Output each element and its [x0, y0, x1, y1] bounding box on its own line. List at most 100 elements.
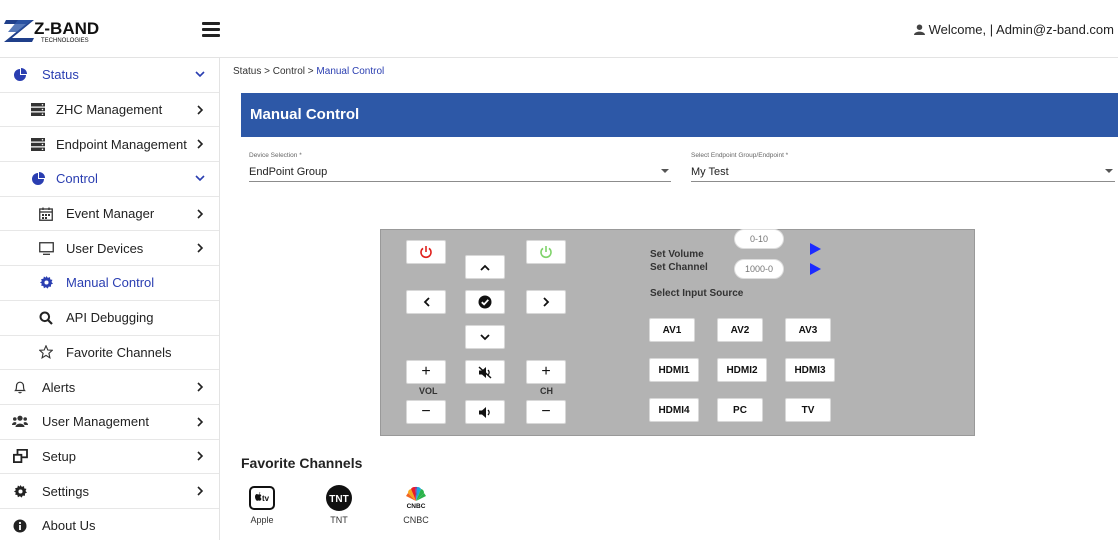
pie-chart-icon [30, 171, 46, 187]
send-channel-play-icon[interactable] [810, 263, 821, 275]
volume-icon [479, 406, 490, 418]
server-icon [30, 136, 46, 152]
gear-icon [12, 483, 28, 499]
sidebar-item-label: API Debugging [66, 310, 154, 326]
sidebar-item-api-debugging[interactable]: API Debugging [0, 301, 219, 336]
endpoint-selection-select[interactable]: Select Endpoint Group/Endpoint * My Test [691, 152, 1115, 182]
sidebar-item-manual-control[interactable]: Manual Control [0, 266, 219, 301]
volume-down-button[interactable]: − [406, 400, 446, 424]
input-hdmi3-button[interactable]: HDMI3 [785, 358, 835, 382]
brand-sub: TECHNOLOGIES [41, 38, 89, 44]
info-icon [12, 518, 28, 534]
favorite-apple[interactable]: tv Apple [242, 484, 282, 538]
check-circle-icon [478, 295, 492, 309]
apple-tv-logo: tv [248, 484, 276, 512]
breadcrumb-separator: > [264, 66, 270, 77]
hamburger-menu-icon[interactable] [202, 22, 220, 37]
channel-up-button[interactable]: + [526, 360, 566, 384]
channel-down-button[interactable]: − [526, 400, 566, 424]
device-selection-caption: Device Selection * [249, 152, 302, 159]
input-hdmi1-button[interactable]: HDMI1 [649, 358, 699, 382]
sidebar-item-user-management[interactable]: User Management [0, 405, 219, 440]
favorite-cnbc-label: CNBC [403, 515, 429, 525]
up-button[interactable] [465, 255, 505, 279]
mute-button[interactable] [465, 360, 505, 384]
sidebar-item-label: About Us [42, 518, 96, 534]
speaker-button[interactable] [465, 400, 505, 424]
sidebar-item-event-manager[interactable]: Event Manager [0, 197, 219, 232]
sidebar-item-user-devices[interactable]: User Devices [0, 231, 219, 267]
favorite-channels-title: Favorite Channels [241, 455, 363, 471]
sidebar-item-favorite-channels[interactable]: Favorite Channels [0, 336, 219, 371]
sidebar-item-label: Manual Control [66, 275, 155, 291]
sidebar-item-label: Favorite Channels [66, 344, 172, 360]
power-on-button[interactable] [526, 240, 566, 264]
search-icon [38, 310, 54, 326]
volume-input-wrapper [734, 229, 784, 249]
brand-name: Z-BAND [34, 19, 99, 38]
chevron-right-icon [195, 104, 205, 115]
power-off-button[interactable] [406, 240, 446, 264]
sidebar-item-label: User Devices [66, 240, 144, 256]
dropdown-arrow-icon [661, 169, 669, 173]
chevron-left-icon [423, 297, 430, 307]
sidebar-item-label: Control [56, 171, 98, 187]
favorite-apple-label: Apple [250, 515, 274, 525]
right-button[interactable] [526, 290, 566, 314]
endpoint-selection-caption: Select Endpoint Group/Endpoint * [691, 152, 789, 159]
star-icon [38, 344, 54, 360]
breadcrumb-control[interactable]: Control [273, 66, 305, 77]
volume-input[interactable] [739, 234, 779, 244]
vol-label: VOL [419, 386, 438, 396]
calendar-icon [38, 206, 54, 222]
volume-up-button[interactable]: + [406, 360, 446, 384]
set-volume-label: Set Volume [650, 249, 704, 260]
sidebar-item-alerts[interactable]: Alerts [0, 370, 219, 405]
z-band-logo[interactable]: Z-BAND TECHNOLOGIES [4, 14, 109, 46]
device-selection-select[interactable]: Device Selection * EndPoint Group [249, 152, 671, 182]
power-icon [420, 246, 432, 259]
input-pc-button[interactable]: PC [717, 398, 763, 422]
sidebar-item-setup[interactable]: Setup [0, 440, 219, 475]
chevron-right-icon [542, 297, 549, 307]
favorite-tnt-label: TNT [330, 515, 348, 525]
input-hdmi2-button[interactable]: HDMI2 [717, 358, 767, 382]
input-tv-button[interactable]: TV [785, 398, 831, 422]
apple-logo-text: tv [262, 494, 270, 503]
ok-button[interactable] [465, 290, 505, 314]
sidebar-item-label: User Management [42, 414, 149, 430]
sidebar: Status ZHC Management Endpoint Managemen… [0, 58, 220, 540]
chevron-right-icon [195, 209, 205, 219]
left-button[interactable] [406, 290, 446, 314]
input-av1-button[interactable]: AV1 [649, 318, 695, 342]
favorite-cnbc[interactable]: CNBC CNBC [396, 484, 436, 538]
welcome-user[interactable]: Welcome, | Admin@z-band.com [913, 22, 1114, 37]
breadcrumb: Status > Control > Manual Control [233, 66, 384, 77]
sidebar-item-endpoint-management[interactable]: Endpoint Management [0, 127, 219, 163]
set-channel-label: Set Channel [650, 262, 708, 273]
bell-icon [12, 379, 28, 395]
sidebar-item-status[interactable]: Status [0, 58, 219, 93]
chevron-down-icon [480, 333, 490, 340]
page-title: Manual Control [250, 106, 360, 123]
ch-label: CH [540, 386, 553, 396]
send-volume-play-icon[interactable] [810, 243, 821, 255]
down-button[interactable] [465, 325, 505, 349]
sidebar-item-label: Setup [42, 448, 76, 464]
sidebar-item-settings[interactable]: Settings [0, 474, 219, 509]
tnt-logo-text: TNT [329, 494, 348, 505]
sidebar-item-label: ZHC Management [56, 102, 163, 118]
tnt-logo: TNT [325, 484, 353, 512]
sidebar-item-zhc-management[interactable]: ZHC Management [0, 93, 219, 128]
input-av2-button[interactable]: AV2 [717, 318, 763, 342]
input-av3-button[interactable]: AV3 [785, 318, 831, 342]
input-hdmi4-button[interactable]: HDMI4 [649, 398, 699, 422]
pie-chart-icon [12, 67, 28, 83]
sidebar-item-control[interactable]: Control [0, 162, 219, 197]
breadcrumb-status[interactable]: Status [233, 66, 261, 77]
channel-input[interactable] [739, 264, 779, 274]
sidebar-item-about-us[interactable]: About Us [0, 509, 219, 540]
sidebar-item-label: Endpoint Management [56, 136, 187, 152]
dropdown-arrow-icon [1105, 169, 1113, 173]
favorite-tnt[interactable]: TNT TNT [319, 484, 359, 538]
